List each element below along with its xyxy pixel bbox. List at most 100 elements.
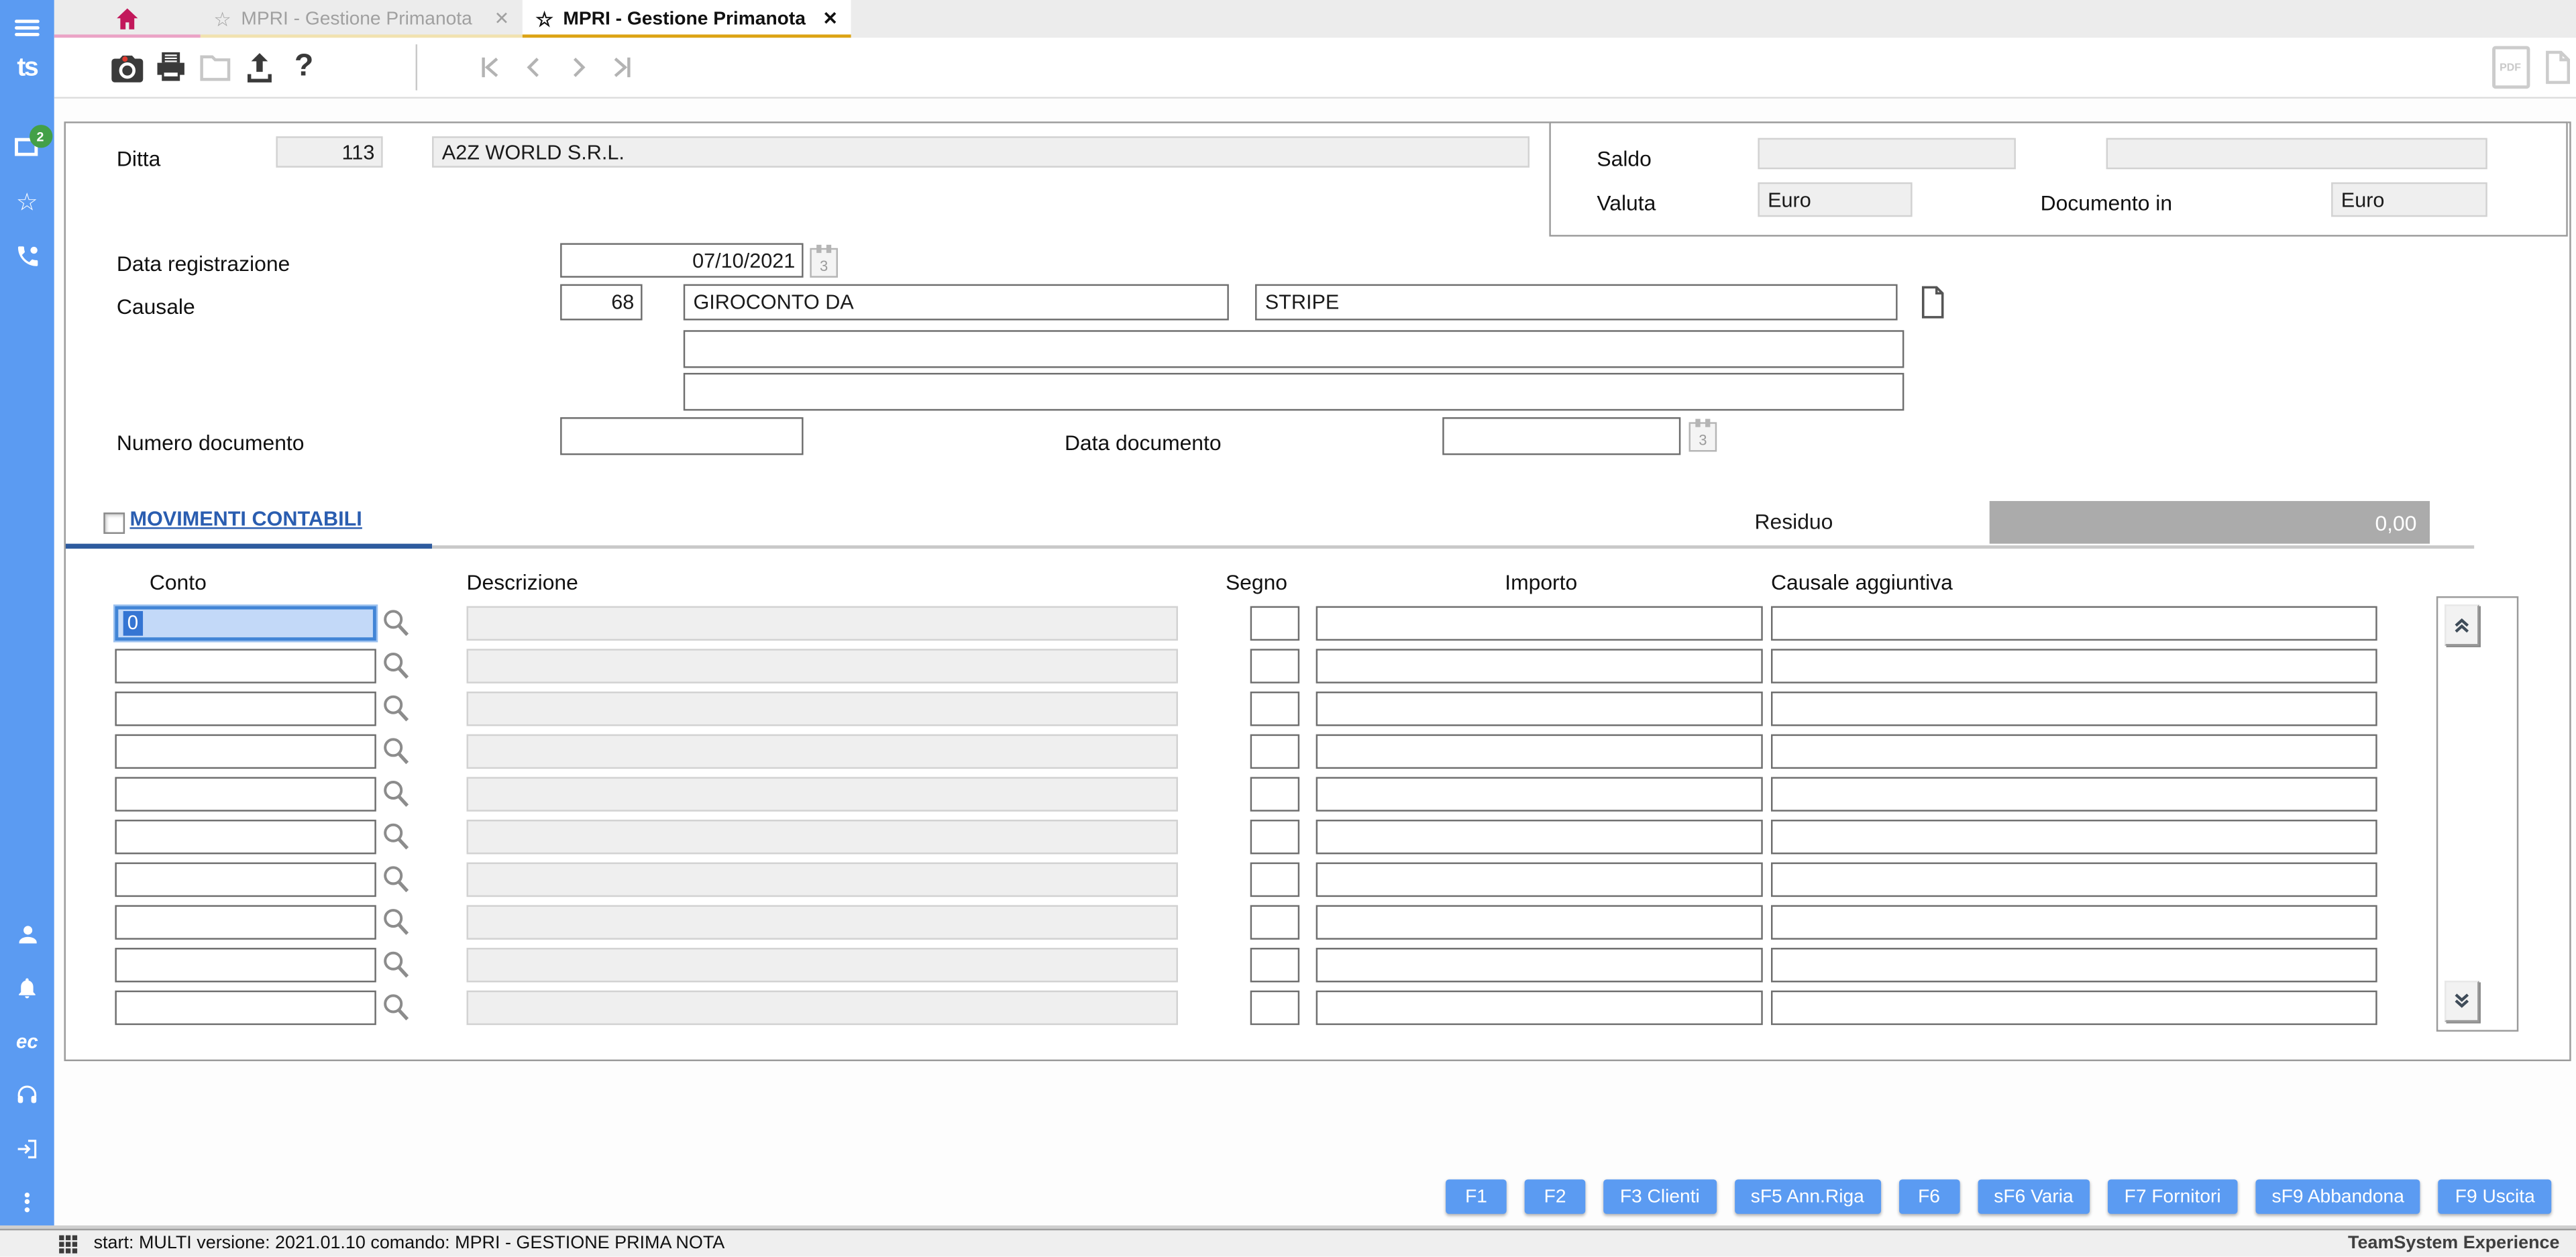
open-windows-icon[interactable]: 2 bbox=[0, 125, 54, 156]
search-icon[interactable] bbox=[381, 992, 411, 1024]
tab-close-icon[interactable]: ✕ bbox=[822, 8, 838, 30]
causale-aggiuntiva-input[interactable] bbox=[1771, 990, 2377, 1026]
movimenti-title[interactable]: MOVIMENTI CONTABILI bbox=[129, 508, 362, 531]
conto-input[interactable] bbox=[115, 948, 376, 983]
causale-aggiuntiva-input[interactable] bbox=[1771, 606, 2377, 641]
segno-input[interactable] bbox=[1250, 649, 1300, 684]
movimenti-checkbox[interactable] bbox=[103, 512, 125, 534]
home-tab[interactable] bbox=[54, 0, 201, 38]
search-icon[interactable] bbox=[381, 736, 411, 767]
more-options-icon[interactable] bbox=[0, 1189, 54, 1214]
search-icon[interactable] bbox=[381, 779, 411, 810]
upload-icon[interactable] bbox=[240, 48, 280, 87]
favorites-star-icon[interactable]: ☆ bbox=[0, 190, 54, 215]
scroll-down-button[interactable] bbox=[2445, 981, 2479, 1022]
segno-input[interactable] bbox=[1250, 905, 1300, 940]
notifications-bell-icon[interactable] bbox=[0, 976, 54, 1001]
causale-aggiuntiva-input[interactable] bbox=[1771, 948, 2377, 983]
causale-aggiuntiva-input[interactable] bbox=[1771, 820, 2377, 855]
nav-next-icon[interactable] bbox=[559, 48, 598, 87]
causale-desc2-field[interactable]: STRIPE bbox=[1255, 284, 1898, 321]
numero-documento-field[interactable] bbox=[560, 417, 804, 455]
segno-input[interactable] bbox=[1250, 777, 1300, 812]
causale-code-field[interactable]: 68 bbox=[560, 284, 643, 321]
conto-input[interactable] bbox=[115, 862, 376, 897]
segno-input[interactable] bbox=[1250, 820, 1300, 855]
causale-aggiuntiva-input[interactable] bbox=[1771, 692, 2377, 726]
tab-close-icon[interactable]: ✕ bbox=[494, 8, 510, 30]
tab-star-icon[interactable]: ☆ bbox=[213, 7, 231, 30]
calendar-icon[interactable]: 3 bbox=[1688, 419, 1717, 452]
segno-input[interactable] bbox=[1250, 948, 1300, 983]
app-grid-icon[interactable] bbox=[59, 1234, 78, 1253]
folder-open-icon[interactable] bbox=[195, 48, 235, 87]
fkey-button-sf6-varia[interactable]: sF6 Varia bbox=[1977, 1179, 2090, 1214]
importo-input[interactable] bbox=[1316, 692, 1763, 726]
nav-prev-icon[interactable] bbox=[515, 48, 554, 87]
tab-mpri-active[interactable]: ☆ MPRI - Gestione Primanota ✕ bbox=[522, 0, 851, 38]
logout-icon[interactable] bbox=[0, 1137, 54, 1162]
export-pdf-icon[interactable]: PDF bbox=[2491, 46, 2530, 89]
importo-input[interactable] bbox=[1316, 649, 1763, 684]
importo-input[interactable] bbox=[1316, 777, 1763, 812]
fkey-button-f2[interactable]: F2 bbox=[1524, 1179, 1586, 1214]
importo-input[interactable] bbox=[1316, 990, 1763, 1026]
help-icon[interactable]: ? bbox=[284, 48, 324, 87]
tab-star-icon[interactable]: ☆ bbox=[535, 7, 553, 30]
segno-input[interactable] bbox=[1250, 734, 1300, 769]
causale-extra2-field[interactable] bbox=[683, 372, 1904, 411]
documento-in-field[interactable]: Euro bbox=[2331, 182, 2487, 217]
saldo-field-2[interactable] bbox=[2106, 138, 2487, 170]
segno-input[interactable] bbox=[1250, 990, 1300, 1026]
ec-icon[interactable]: ec bbox=[0, 1030, 54, 1053]
causale-aggiuntiva-input[interactable] bbox=[1771, 777, 2377, 812]
conto-input[interactable] bbox=[115, 734, 376, 769]
importo-input[interactable] bbox=[1316, 606, 1763, 641]
ditta-name-field[interactable]: A2Z WORLD S.R.L. bbox=[432, 136, 1530, 168]
causale-desc-field[interactable]: GIROCONTO DA bbox=[683, 284, 1229, 321]
importo-input[interactable] bbox=[1316, 905, 1763, 940]
search-icon[interactable] bbox=[381, 907, 411, 938]
support-headset-icon[interactable] bbox=[0, 1083, 54, 1107]
importo-input[interactable] bbox=[1316, 862, 1763, 897]
causale-aggiuntiva-input[interactable] bbox=[1771, 862, 2377, 897]
nav-last-icon[interactable] bbox=[603, 48, 643, 87]
conto-input[interactable] bbox=[115, 777, 376, 812]
phone-icon[interactable] bbox=[0, 243, 54, 269]
scroll-up-button[interactable] bbox=[2445, 604, 2479, 646]
nav-first-icon[interactable] bbox=[470, 48, 509, 87]
calendar-icon[interactable]: 3 bbox=[810, 244, 838, 278]
search-icon[interactable] bbox=[381, 950, 411, 981]
causale-aggiuntiva-input[interactable] bbox=[1771, 649, 2377, 684]
valuta-field[interactable]: Euro bbox=[1758, 182, 1913, 217]
fkey-button-sf5-ann-riga[interactable]: sF5 Ann.Riga bbox=[1734, 1179, 1881, 1214]
conto-input[interactable] bbox=[115, 990, 376, 1026]
fkey-button-sf9-abbandona[interactable]: sF9 Abbandona bbox=[2255, 1179, 2421, 1214]
fkey-button-f3-clienti[interactable]: F3 Clienti bbox=[1603, 1179, 1717, 1214]
search-icon[interactable] bbox=[381, 693, 411, 724]
search-icon[interactable] bbox=[381, 608, 411, 639]
fkey-button-f7-fornitori[interactable]: F7 Fornitori bbox=[2108, 1179, 2238, 1214]
causale-aggiuntiva-input[interactable] bbox=[1771, 734, 2377, 769]
new-document-icon[interactable] bbox=[2538, 48, 2576, 87]
search-icon[interactable] bbox=[381, 651, 411, 682]
search-icon[interactable] bbox=[381, 821, 411, 853]
tab-mpri-inactive[interactable]: ☆ MPRI - Gestione Primanota ✕ bbox=[200, 0, 523, 38]
fkey-button-f1[interactable]: F1 bbox=[1446, 1179, 1507, 1214]
conto-input[interactable] bbox=[115, 649, 376, 684]
causale-aggiuntiva-input[interactable] bbox=[1771, 905, 2377, 940]
fkey-button-f6[interactable]: F6 bbox=[1898, 1179, 1960, 1214]
menu-hamburger-icon[interactable] bbox=[0, 16, 54, 39]
importo-input[interactable] bbox=[1316, 820, 1763, 855]
conto-input[interactable]: 0 bbox=[115, 606, 376, 641]
segno-input[interactable] bbox=[1250, 692, 1300, 726]
user-profile-icon[interactable] bbox=[0, 922, 54, 948]
segno-input[interactable] bbox=[1250, 606, 1300, 641]
importo-input[interactable] bbox=[1316, 734, 1763, 769]
print-icon[interactable] bbox=[151, 48, 191, 87]
camera-screenshot-icon[interactable] bbox=[107, 48, 146, 87]
fkey-button-f9-uscita[interactable]: F9 Uscita bbox=[2438, 1179, 2552, 1214]
saldo-field-1[interactable] bbox=[1758, 138, 2016, 170]
search-icon[interactable] bbox=[381, 864, 411, 895]
segno-input[interactable] bbox=[1250, 862, 1300, 897]
